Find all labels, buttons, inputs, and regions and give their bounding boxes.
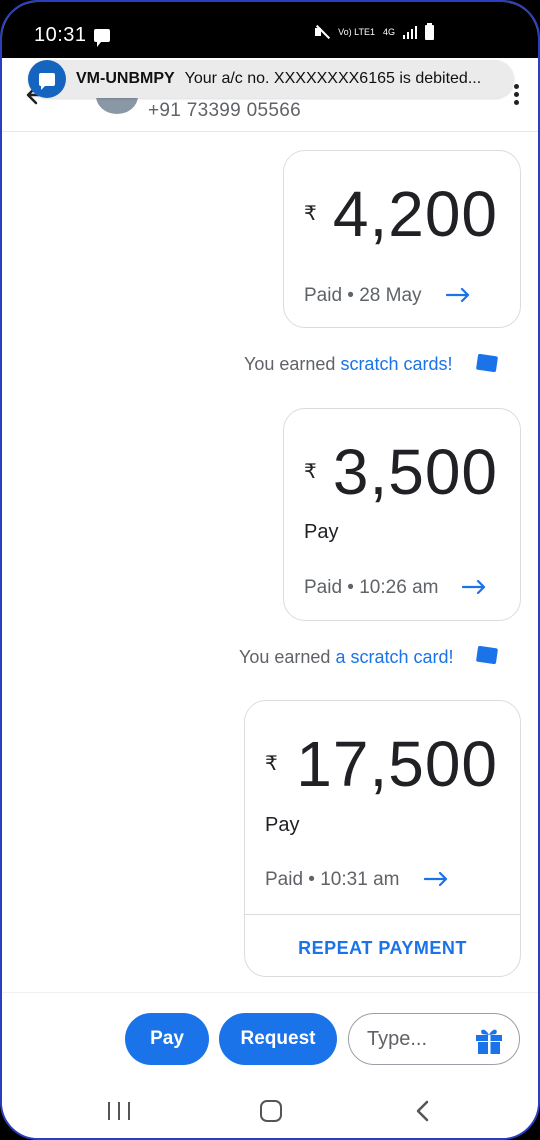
message-app-icon [28, 60, 66, 98]
notification-sender: VM-UNBMPY [76, 70, 175, 87]
card-divider [245, 914, 520, 915]
payment-amount: 4,200 [332, 178, 498, 250]
scratch-card-reward[interactable]: You earned a scratch card! [239, 647, 453, 668]
request-button[interactable]: Request [219, 1013, 337, 1065]
signal-icon [403, 25, 417, 39]
composer-bar: Pay Request [2, 992, 538, 1082]
payment-card[interactable]: ₹ 4,200 Paid • 28 May [283, 150, 521, 328]
status-bar: 10:31 Vo) LTE1 4G [2, 2, 538, 58]
payment-note: Pay [304, 521, 339, 543]
reward-text: You earned [239, 647, 336, 667]
payment-amount: 17,500 [296, 728, 498, 800]
payment-card[interactable]: ₹ 17,500 Pay Paid • 10:31 am REPEAT PAYM… [244, 700, 521, 977]
recent-apps-icon[interactable] [108, 1102, 130, 1120]
back-nav-icon[interactable] [414, 1100, 430, 1122]
scratch-card-reward[interactable]: You earned scratch cards! [244, 354, 452, 375]
battery-icon [425, 22, 434, 40]
message-notification-icon [94, 29, 110, 47]
arrow-right-icon[interactable] [446, 288, 470, 302]
payment-status: Paid • 10:31 am [265, 869, 400, 890]
reward-link[interactable]: a scratch card! [335, 647, 453, 667]
pay-button[interactable]: Pay [125, 1013, 209, 1065]
more-vert-icon[interactable] [512, 84, 520, 108]
message-input-container[interactable] [348, 1013, 520, 1065]
payment-note: Pay [265, 814, 300, 836]
system-nav-bar [2, 1082, 538, 1138]
currency-symbol: ₹ [304, 203, 317, 225]
gift-icon[interactable] [473, 1025, 505, 1055]
status-time: 10:31 [34, 24, 87, 46]
payment-card[interactable]: ₹ 3,500 Pay Paid • 10:26 am [283, 408, 521, 621]
notification-text: Your a/c no. XXXXXXXX6165 is debited... [184, 70, 482, 87]
arrow-right-icon[interactable] [462, 580, 486, 594]
status-icons: Vo) LTE1 4G [314, 22, 434, 40]
message-input[interactable] [367, 1026, 467, 1052]
arrow-right-icon[interactable] [424, 872, 448, 886]
currency-symbol: ₹ [304, 461, 317, 483]
home-icon[interactable] [260, 1100, 282, 1122]
contact-phone-number: +91 73399 05566 [148, 100, 301, 121]
reward-text: You earned [244, 354, 341, 374]
scratch-card-icon [476, 354, 498, 372]
reward-link[interactable]: scratch cards! [340, 354, 452, 374]
currency-symbol: ₹ [265, 753, 278, 775]
mute-icon [314, 24, 330, 40]
repeat-payment-button[interactable]: REPEAT PAYMENT [245, 938, 520, 959]
scratch-card-icon [476, 646, 498, 664]
lte-indicator: Vo) LTE1 [338, 26, 375, 37]
payment-amount: 3,500 [332, 436, 498, 508]
payment-status: Paid • 28 May [304, 285, 422, 306]
network-4g-indicator: 4G [382, 26, 395, 37]
sms-notification-banner[interactable]: VM-UNBMPY Your a/c no. XXXXXXXX6165 is d… [28, 60, 514, 98]
phone-screen: 10:31 Vo) LTE1 4G +91 73399 05566 VM-UNB… [0, 0, 540, 1140]
payment-status: Paid • 10:26 am [304, 577, 439, 598]
